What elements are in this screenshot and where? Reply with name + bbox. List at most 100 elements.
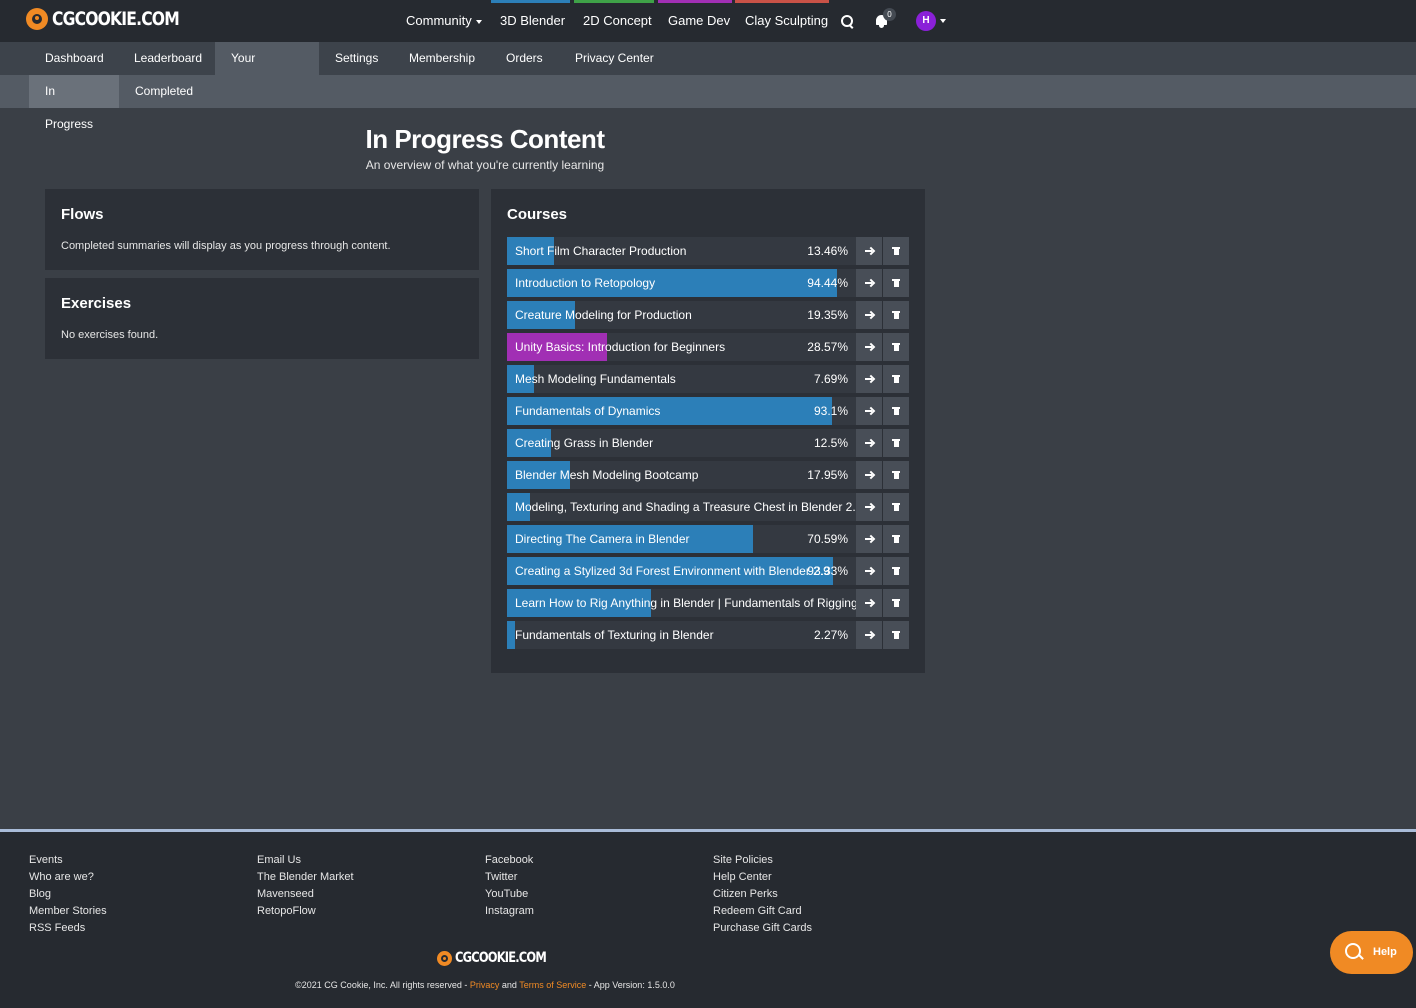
remove-course-button[interactable] (883, 493, 909, 521)
footer-link[interactable]: YouTube (485, 886, 534, 903)
remove-course-button[interactable] (883, 429, 909, 457)
tab-your-progress[interactable]: Your Progress (215, 42, 319, 98)
footer-link[interactable]: RSS Feeds (29, 920, 107, 937)
nav-clay-sculpting[interactable]: Clay Sculpting (745, 0, 828, 42)
nav-game-dev[interactable]: Game Dev (668, 0, 730, 42)
remove-course-button[interactable] (883, 397, 909, 425)
course-title[interactable]: Creature Modeling for Production (515, 301, 692, 329)
footer-link[interactable]: Events (29, 852, 107, 869)
course-title[interactable]: Short Film Character Production (515, 237, 686, 265)
course-row[interactable]: Creating a Stylized 3d Forest Environmen… (507, 557, 909, 585)
footer-link[interactable]: Blog (29, 886, 107, 903)
nav-community[interactable]: Community (406, 0, 482, 42)
footer-link[interactable]: Mavenseed (257, 886, 354, 903)
continue-course-button[interactable] (856, 269, 882, 297)
course-title[interactable]: Mesh Modeling Fundamentals (515, 365, 676, 393)
footer-link[interactable]: Purchase Gift Cards (713, 920, 812, 937)
continue-course-button[interactable] (856, 589, 882, 617)
course-title[interactable]: Fundamentals of Dynamics (515, 397, 660, 425)
terms-link[interactable]: Terms of Service (519, 980, 586, 990)
course-title[interactable]: Creating a Stylized 3d Forest Environmen… (515, 557, 830, 585)
footer-link[interactable]: Help Center (713, 869, 812, 886)
chevron-down-icon[interactable] (940, 19, 946, 23)
site-logo[interactable]: CGCOOKIE.COM (26, 8, 207, 30)
course-title[interactable]: Fundamentals of Texturing in Blender (515, 621, 714, 649)
continue-course-button[interactable] (856, 557, 882, 585)
continue-course-button[interactable] (856, 237, 882, 265)
continue-course-button[interactable] (856, 621, 882, 649)
course-title[interactable]: Learn How to Rig Anything in Blender | F… (515, 589, 856, 617)
remove-course-button[interactable] (883, 589, 909, 617)
help-button[interactable]: Help (1330, 931, 1413, 974)
continue-course-button[interactable] (856, 493, 882, 521)
continue-course-button[interactable] (856, 461, 882, 489)
remove-course-button[interactable] (883, 621, 909, 649)
footer-link[interactable]: RetopoFlow (257, 903, 354, 920)
tab-leaderboard[interactable]: Leaderboard (118, 42, 218, 75)
continue-course-button[interactable] (856, 333, 882, 361)
remove-course-button[interactable] (883, 333, 909, 361)
footer-link[interactable]: Instagram (485, 903, 534, 920)
footer-link[interactable]: Email Us (257, 852, 354, 869)
arrow-right-icon (865, 247, 873, 255)
course-row[interactable]: Unity Basics: Introduction for Beginners… (507, 333, 909, 361)
footer-link[interactable]: Citizen Perks (713, 886, 812, 903)
trash-icon (892, 471, 900, 479)
footer-link[interactable]: Redeem Gift Card (713, 903, 812, 920)
privacy-link[interactable]: Privacy (470, 980, 500, 990)
course-row[interactable]: Creature Modeling for Production 19.35% (507, 301, 909, 329)
course-title[interactable]: Directing The Camera in Blender (515, 525, 690, 553)
course-progress-track: Learn How to Rig Anything in Blender | F… (507, 589, 856, 617)
tab-privacy-center[interactable]: Privacy Center (559, 42, 670, 75)
remove-course-button[interactable] (883, 365, 909, 393)
footer-logo-text: CGCOOKIE.COM (455, 950, 547, 966)
course-title[interactable]: Modeling, Texturing and Shading a Treasu… (515, 493, 856, 521)
tab-in-progress[interactable]: In Progress (29, 75, 119, 131)
footer-link[interactable]: Member Stories (29, 903, 107, 920)
user-avatar[interactable]: H (916, 11, 936, 31)
footer-link[interactable]: Site Policies (713, 852, 812, 869)
remove-course-button[interactable] (883, 301, 909, 329)
nav-3d-blender[interactable]: 3D Blender (500, 0, 565, 42)
course-title[interactable]: Unity Basics: Introduction for Beginners (515, 333, 725, 361)
course-row[interactable]: Introduction to Retopology 94.44% (507, 269, 909, 297)
footer-link[interactable]: The Blender Market (257, 869, 354, 886)
remove-course-button[interactable] (883, 557, 909, 585)
arrow-right-icon (865, 311, 873, 319)
tab-settings[interactable]: Settings (319, 42, 394, 75)
search-button[interactable] (841, 15, 853, 27)
course-title[interactable]: Blender Mesh Modeling Bootcamp (515, 461, 698, 489)
remove-course-button[interactable] (883, 525, 909, 553)
app-version: - App Version: 1.5.0.0 (586, 980, 675, 990)
nav-2d-concept[interactable]: 2D Concept (583, 0, 652, 42)
course-row[interactable]: Fundamentals of Texturing in Blender 2.27… (507, 621, 909, 649)
footer-link[interactable]: Who are we? (29, 869, 107, 886)
course-row[interactable]: Directing The Camera in Blender 70.59% (507, 525, 909, 553)
continue-course-button[interactable] (856, 365, 882, 393)
tab-orders[interactable]: Orders (490, 42, 559, 75)
course-row[interactable]: Short Film Character Production 13.46% (507, 237, 909, 265)
footer-link[interactable]: Twitter (485, 869, 534, 886)
course-row[interactable]: Fundamentals of Dynamics 93.1% (507, 397, 909, 425)
footer-link[interactable]: Facebook (485, 852, 534, 869)
course-row[interactable]: Blender Mesh Modeling Bootcamp 17.95% (507, 461, 909, 489)
trash-icon (892, 599, 900, 607)
footer-logo[interactable]: CGCOOKIE.COM (437, 950, 566, 966)
continue-course-button[interactable] (856, 397, 882, 425)
continue-course-button[interactable] (856, 301, 882, 329)
continue-course-button[interactable] (856, 429, 882, 457)
course-title[interactable]: Creating Grass in Blender (515, 429, 653, 457)
course-title[interactable]: Introduction to Retopology (515, 269, 655, 297)
remove-course-button[interactable] (883, 237, 909, 265)
course-row[interactable]: Creating Grass in Blender 12.5% (507, 429, 909, 457)
remove-course-button[interactable] (883, 269, 909, 297)
course-row[interactable]: Modeling, Texturing and Shading a Treasu… (507, 493, 909, 521)
course-row[interactable]: Mesh Modeling Fundamentals 7.69% (507, 365, 909, 393)
remove-course-button[interactable] (883, 461, 909, 489)
tab-membership[interactable]: Membership (393, 42, 491, 75)
tab-dashboard[interactable]: Dashboard (29, 42, 120, 75)
tab-completed[interactable]: Completed (119, 75, 209, 108)
course-percent: 2.27% (813, 628, 848, 642)
course-row[interactable]: Learn How to Rig Anything in Blender | F… (507, 589, 909, 617)
continue-course-button[interactable] (856, 525, 882, 553)
